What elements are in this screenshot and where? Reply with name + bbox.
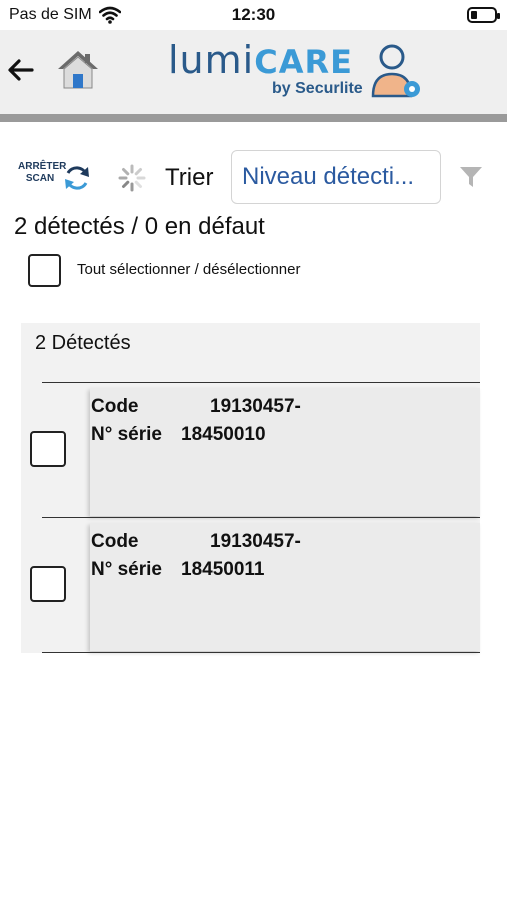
list-item[interactable]: Code 19130457- N° série 18450010 [21,383,480,518]
select-all-label: Tout sélectionner / désélectionner [77,261,301,278]
item-card[interactable]: Code 19130457- N° série 18450011 [90,523,480,651]
sort-label: Trier [165,164,214,191]
stop-scan-label: ARRÊTER SCAN [18,161,67,184]
stop-scan-button[interactable]: ARRÊTER SCAN [18,161,94,195]
back-arrow-icon[interactable] [6,56,36,84]
item-card[interactable]: Code 19130457- N° série 18450010 [90,388,480,516]
divider [42,652,480,653]
clock: 12:30 [231,5,276,24]
group-header: 2 Détectés [21,323,480,383]
group-title: 2 Détectés [35,332,131,354]
logo-subtitle: by Securlite [272,80,363,97]
logo-wordmark: lumiCARE [168,38,353,82]
lumicare-logo: lumiCARE by Securlite [168,38,426,102]
status-bar: Pas de SIM 12:30 [0,0,507,30]
code-label: Code [91,531,139,552]
select-all-row[interactable]: Tout sélectionner / désélectionner [28,254,388,288]
item-checkbox[interactable] [30,431,66,467]
serial-value: 18450010 [181,424,266,445]
sort-select[interactable]: Niveau détecti... [231,150,441,204]
code-label: Code [91,396,139,417]
spinner-icon [118,164,146,192]
refresh-icon [65,166,89,190]
home-icon[interactable] [55,48,101,92]
battery-icon [467,7,500,23]
code-value: 19130457- [210,396,301,417]
select-all-checkbox[interactable] [28,254,61,287]
detection-summary: 2 détectés / 0 en défaut [14,213,265,240]
serial-value: 18450011 [181,559,265,580]
item-checkbox[interactable] [30,566,66,602]
serial-label: N° série [91,424,162,445]
detected-group: 2 Détectés Code 19130457- N° série 18450… [21,323,480,653]
scan-toolbar: ARRÊTER SCAN Trier Niveau détecti... [0,148,507,208]
user-gear-icon [371,44,420,98]
header-divider [0,114,507,122]
code-value: 19130457- [210,531,301,552]
filter-icon[interactable] [459,165,483,189]
serial-label: N° série [91,559,162,580]
list-item[interactable]: Code 19130457- N° série 18450011 [21,518,480,653]
